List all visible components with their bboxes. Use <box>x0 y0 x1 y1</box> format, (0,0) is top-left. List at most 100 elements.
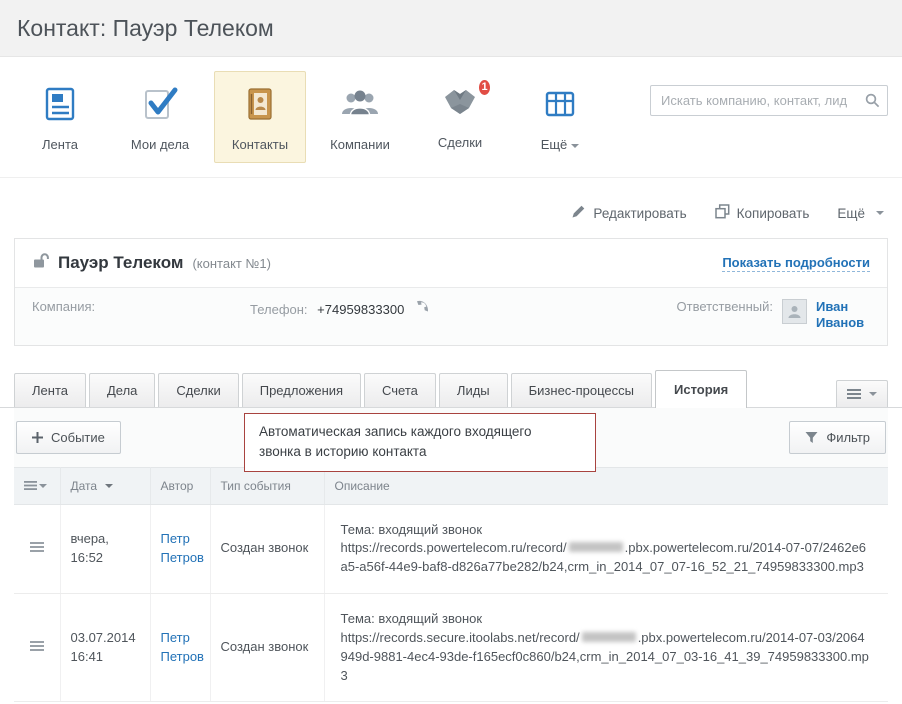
copy-icon <box>715 204 730 222</box>
unlock-icon <box>32 253 49 273</box>
event-type: Создан звонок <box>210 594 324 702</box>
contact-card: Пауэр Телеком (контакт №1) Показать подр… <box>14 238 888 346</box>
more-grid-icon <box>542 85 578 125</box>
phone-field: Телефон: +74959833300 <box>250 299 430 317</box>
table-header-row: Дата Автор Тип события Описание <box>14 467 888 504</box>
row-menu-button[interactable] <box>14 504 60 594</box>
add-event-button[interactable]: Событие <box>16 421 121 454</box>
global-search <box>650 85 888 116</box>
chevron-down-icon <box>876 211 884 215</box>
copy-button-label: Копировать <box>737 206 810 221</box>
phone-value[interactable]: +74959833300 <box>317 302 404 317</box>
nav-item-contacts[interactable]: Контакты <box>214 71 306 163</box>
more-actions-button[interactable]: Ещё <box>837 206 884 221</box>
tab-deals[interactable]: Сделки <box>158 373 238 407</box>
nav-item-label: Мои дела <box>119 137 201 152</box>
companies-people-icon <box>340 85 380 125</box>
history-toolbar: Событие Автоматическая запись каждого вх… <box>14 408 888 467</box>
contact-name: Пауэр Телеком <box>58 253 183 273</box>
recording-url: https://records.powertelecom.ru/record/.… <box>341 539 871 577</box>
page-title: Контакт: Пауэр Телеком <box>17 15 274 42</box>
column-settings-header[interactable] <box>14 467 60 504</box>
tab-history[interactable]: История <box>655 370 747 408</box>
event-author: Петр Петров <box>150 504 210 594</box>
history-table: Дата Автор Тип события Описание вчера, 1… <box>14 467 888 703</box>
copy-button[interactable]: Копировать <box>715 204 810 222</box>
responsible-name-link[interactable]: Иван Иванов <box>816 299 870 332</box>
chevron-down-icon <box>571 144 579 148</box>
nav-item-label: Контакты <box>219 137 301 152</box>
event-date: 03.07.2014 16:41 <box>60 594 150 702</box>
nav-item-label: Лента <box>19 137 101 152</box>
nav-item-label: Компании <box>319 137 401 152</box>
pencil-icon <box>571 204 586 222</box>
deals-handshake-icon: 1 <box>440 85 480 125</box>
nav-item-label: Ещё <box>519 137 601 152</box>
search-input[interactable] <box>650 85 888 116</box>
annotation-callout: Автоматическая запись каждого входящего … <box>244 413 596 473</box>
nav-item-companies[interactable]: Компании <box>314 71 406 163</box>
crm-app: Контакт: Пауэр Телеком Лента Мо <box>0 0 902 702</box>
chevron-down-icon <box>39 484 47 488</box>
hamburger-icon <box>847 389 861 399</box>
deals-count-badge: 1 <box>477 78 492 97</box>
filter-funnel-icon <box>805 431 818 444</box>
tab-quotes[interactable]: Предложения <box>242 373 361 407</box>
hamburger-icon <box>30 542 44 552</box>
contact-number: (контакт №1) <box>192 256 271 271</box>
record-action-bar: Редактировать Копировать Ещё <box>0 178 902 238</box>
search-icon[interactable] <box>865 93 880 113</box>
call-phone-icon[interactable] <box>415 302 430 317</box>
event-description: Тема: входящий звонок https://records.se… <box>324 594 888 702</box>
edit-button[interactable]: Редактировать <box>571 204 686 222</box>
detail-tabs: Лента Дела Сделки Предложения Счета Лиды… <box>0 346 902 408</box>
hamburger-icon <box>24 481 37 490</box>
redacted-text <box>582 632 636 642</box>
author-column-header[interactable]: Автор <box>150 467 210 504</box>
nav-item-feed[interactable]: Лента <box>14 71 106 163</box>
tab-tasks[interactable]: Дела <box>89 373 155 407</box>
tab-leads[interactable]: Лиды <box>439 373 508 407</box>
tab-business-processes[interactable]: Бизнес-процессы <box>511 373 652 407</box>
history-tab-content: Событие Автоматическая запись каждого вх… <box>14 408 888 703</box>
author-link[interactable]: Петр Петров <box>161 531 204 565</box>
filter-label: Фильтр <box>826 430 870 445</box>
sort-caret-icon <box>105 484 113 488</box>
page-header: Контакт: Пауэр Телеком <box>0 0 902 57</box>
company-field: Компания: <box>32 299 250 314</box>
tasks-check-icon <box>141 85 179 125</box>
filter-button[interactable]: Фильтр <box>789 421 886 454</box>
hamburger-icon <box>30 641 44 651</box>
event-author: Петр Петров <box>150 594 210 702</box>
nav-item-my-tasks[interactable]: Мои дела <box>114 71 206 163</box>
avatar <box>782 299 807 324</box>
tab-feed[interactable]: Лента <box>14 373 86 407</box>
nav-item-deals[interactable]: 1 Сделки <box>414 71 506 161</box>
plus-icon <box>32 432 43 443</box>
event-description: Тема: входящий звонок https://records.po… <box>324 504 888 594</box>
event-subject: Тема: входящий звонок <box>341 521 871 540</box>
tab-invoices[interactable]: Счета <box>364 373 436 407</box>
event-subject: Тема: входящий звонок <box>341 610 871 629</box>
description-column-header[interactable]: Описание <box>324 467 888 504</box>
nav-item-more[interactable]: Ещё <box>514 71 606 163</box>
phone-label: Телефон: <box>250 302 308 317</box>
contact-card-header: Пауэр Телеком (контакт №1) Показать подр… <box>15 239 887 287</box>
contacts-book-icon <box>242 85 278 125</box>
type-column-header[interactable]: Тип события <box>210 467 324 504</box>
date-column-header[interactable]: Дата <box>60 467 150 504</box>
responsible-label: Ответственный: <box>677 299 773 314</box>
contact-card-fields: Компания: Телефон: +74959833300 Ответств… <box>15 287 887 345</box>
tab-settings-button[interactable] <box>836 380 888 407</box>
redacted-text <box>569 542 623 552</box>
nav-item-label: Сделки <box>419 135 501 150</box>
company-label: Компания: <box>32 299 95 314</box>
table-row: вчера, 16:52 Петр Петров Создан звонок Т… <box>14 504 888 594</box>
chevron-down-icon <box>869 392 877 396</box>
author-link[interactable]: Петр Петров <box>161 630 204 664</box>
event-type: Создан звонок <box>210 504 324 594</box>
show-details-link[interactable]: Показать подробности <box>722 255 870 272</box>
table-row: 03.07.2014 16:41 Петр Петров Создан звон… <box>14 594 888 702</box>
feed-icon <box>42 85 78 125</box>
row-menu-button[interactable] <box>14 594 60 702</box>
